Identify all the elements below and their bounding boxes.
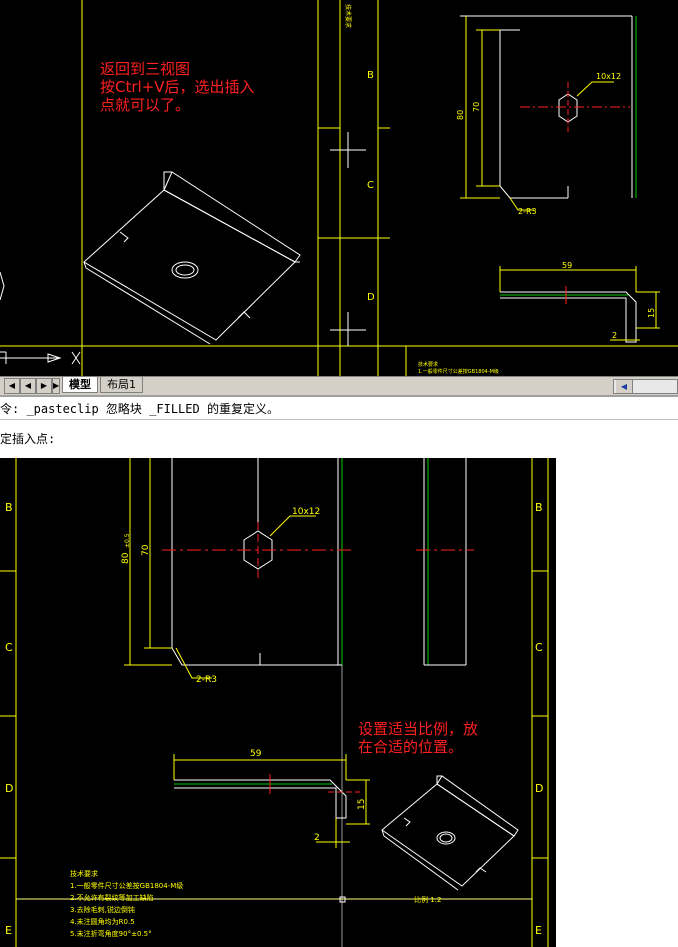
note-bottom-line2: 在合适的位置。 [358,738,464,756]
command-line-window[interactable]: 令: _pasteclip 忽略块 _FILLED 的重复定义。 定插入点: [0,395,678,460]
dim-thickness: 2 [314,833,320,843]
note-top-line3: 点就可以了。 [100,96,191,114]
prev-tab-button[interactable]: ◀ [20,378,36,394]
border-letter-c-left: C [5,641,13,654]
command-prompt[interactable]: 定插入点: [0,429,55,449]
dim-side: 15 [357,799,367,810]
instruction-note-top: 返回到三视图 按Ctrl+V后，选出插入 点就可以了。 [100,60,255,114]
border-letter-d-right: D [535,782,543,795]
note-top-line2: 按Ctrl+V后，选出插入 [100,78,255,96]
drawing-bottom: 10x12 80 ±0.5 70 2-R3 59 15 2 技术要求 1.一般零… [0,458,549,947]
ucs-icon [0,271,81,365]
last-tab-button[interactable]: ▶ [52,378,60,394]
dim-width: 59 [250,749,262,759]
blank-area [556,458,678,947]
border-letter-d-left: D [5,782,13,795]
dim-height-inner: 70 [141,544,151,556]
dim-height-total: 80 [121,552,131,564]
layout-tab-bar: ◀ ◀ ▶ ▶ 模型 布局1 ◀ [0,376,678,395]
dim-tolerance: ±0.5 [124,533,131,548]
dim-width-top: 59 [562,261,572,270]
tech-item-top: 1.一般零件尺寸公差按GB1804-M级 [418,368,499,375]
dim-hole: 10x12 [292,507,320,517]
dim-inner-top: 70 [472,102,481,112]
dim-radius-top: 2-R3 [518,207,537,216]
tech-notes-title: 技术要求 [70,869,98,878]
tech-note-3: 3.去除毛刺,锐边倒钝 [70,905,135,914]
dim-radius: 2-R3 [196,675,217,685]
command-history-line: 令: _pasteclip 忽略块 _FILLED 的重复定义。 [0,402,279,416]
tab-model[interactable]: 模型 [62,377,98,393]
tech-note-5: 5.未注折弯角度90°±0.5° [70,929,152,938]
note-top-line1: 返回到三视图 [100,60,191,78]
tech-note-4: 4.未注圆角均为R0.5 [70,917,135,926]
next-tab-button[interactable]: ▶ [36,378,52,394]
pasted-3d-part [381,775,519,891]
dim-height-top: 80 [456,110,465,120]
border-letter-c-top: C [367,180,374,191]
horizontal-scrollbar[interactable]: ◀ [613,379,678,394]
border-letter-d-top: D [367,292,375,303]
first-tab-button[interactable]: ◀ [4,378,20,394]
command-separator [0,419,678,420]
tech-title-top: 技术要求 [418,361,438,368]
tab-layout1[interactable]: 布局1 [100,377,143,393]
tech-note-1: 1.一般零件尺寸公差按GB1804-M级 [70,881,183,890]
tech-note-2: 2.不允许有裂纹等加工缺陷 [70,893,154,902]
note-bottom-line1: 设置适当比例，放 [358,720,479,738]
cad-viewport-bottom[interactable]: 10x12 80 ±0.5 70 2-R3 59 15 2 技术要求 1.一般零… [0,458,556,947]
dim-side-top: 15 [647,308,656,318]
scroll-left-icon[interactable]: ◀ [616,380,633,393]
dim-hole-top: 10x12 [596,72,621,81]
border-letter-c-right: C [535,641,543,654]
border-letter-e-left: E [5,924,12,937]
strip-title: 技术要求 [344,4,352,28]
scale-label: 比例 1:2 [414,895,442,904]
border-letter-b-left: B [5,501,13,514]
border-letter-b-top: B [367,70,374,81]
dim-thickness-top: 2 [612,331,617,340]
instruction-note-bottom: 设置适当比例，放 在合适的位置。 [358,720,478,756]
border-letter-e-right: E [535,924,542,937]
cad-viewport-top[interactable]: 10x12 80 70 2-R3 59 15 2 B C D 技术要求 技术要求… [0,0,678,376]
drawing-top: 10x12 80 70 2-R3 59 15 2 B C D 技术要求 技术要求… [0,0,678,376]
border-letter-b-right: B [535,501,543,514]
